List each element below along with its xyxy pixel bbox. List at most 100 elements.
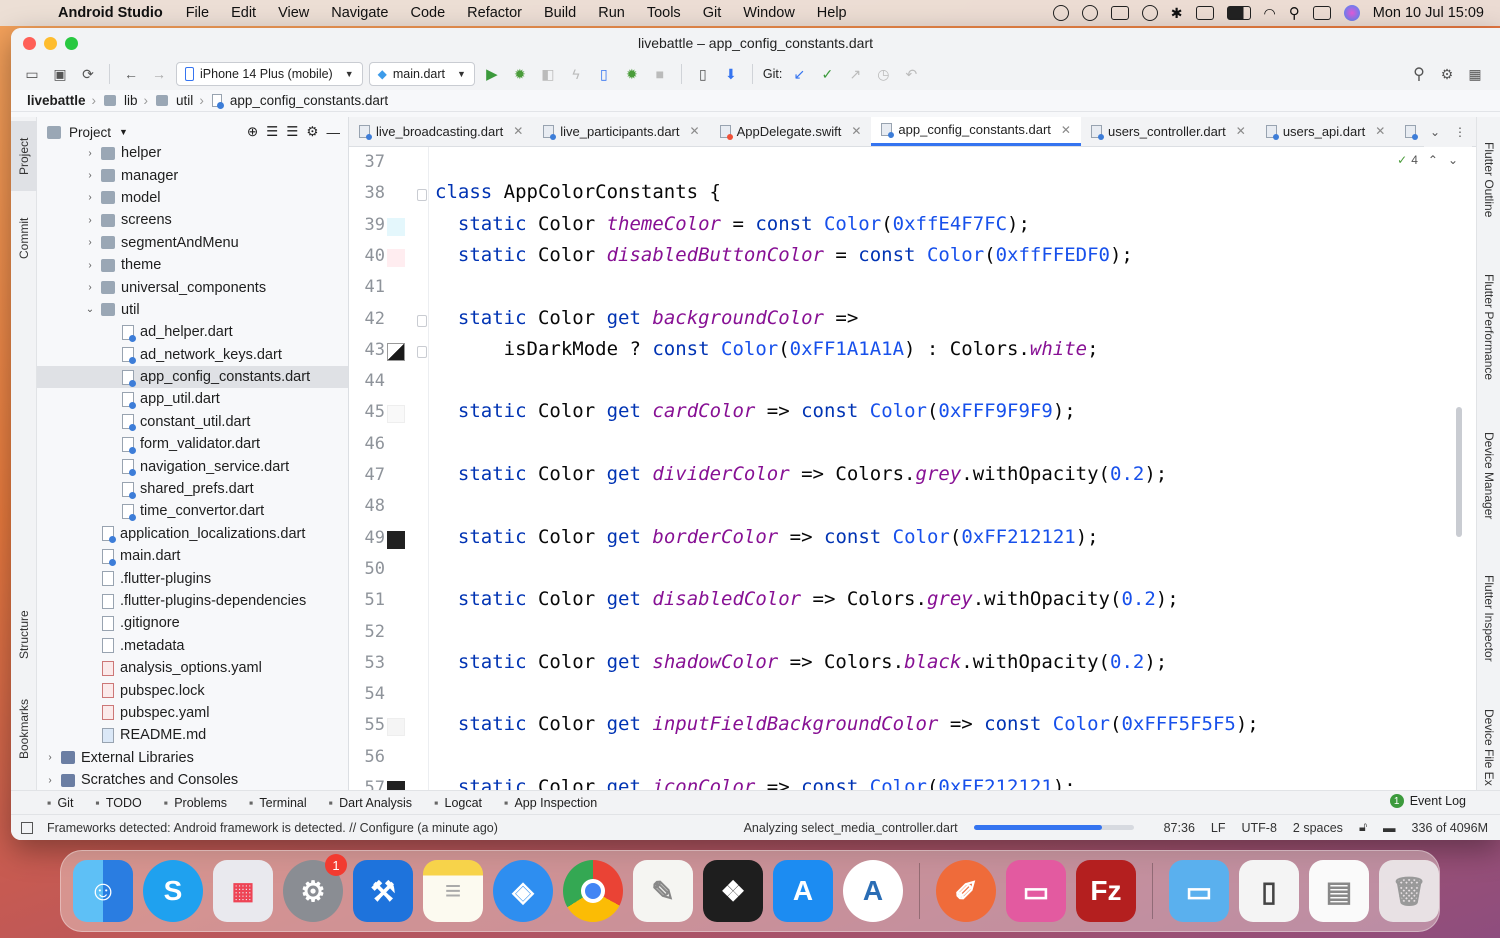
menu-build[interactable]: Build xyxy=(533,5,587,21)
tree-item[interactable]: › manager xyxy=(37,164,348,186)
menu-code[interactable]: Code xyxy=(399,5,456,21)
display-icon[interactable] xyxy=(1081,5,1098,21)
tree-item[interactable]: › theme xyxy=(37,254,348,276)
spotlight-search-icon[interactable]: ⚲ xyxy=(1289,4,1300,22)
fold-marker-icon[interactable] xyxy=(417,314,427,327)
tree-item[interactable]: › segmentAndMenu xyxy=(37,232,348,254)
device-manager-icon[interactable]: ▯ xyxy=(692,63,714,85)
close-tab-icon[interactable]: ✕ xyxy=(1061,123,1071,137)
tree-item[interactable]: pubspec.yaml xyxy=(37,702,348,724)
fold-marker-icon[interactable] xyxy=(417,345,427,358)
app-menu[interactable]: Android Studio xyxy=(46,5,175,21)
chevron-right-icon[interactable]: › xyxy=(83,282,97,293)
tree-item[interactable]: › screens xyxy=(37,209,348,231)
siri-icon[interactable] xyxy=(1343,5,1360,21)
editor-tab[interactable]: live_participants.dart ✕ xyxy=(533,117,709,146)
line-separator[interactable]: LF xyxy=(1211,821,1226,835)
tree-item[interactable]: .flutter-plugins-dependencies xyxy=(37,590,348,612)
tool-window-button[interactable]: ▪ TODO xyxy=(95,796,141,810)
menu-edit[interactable]: Edit xyxy=(220,5,267,21)
vertical-scrollbar[interactable] xyxy=(1456,407,1462,537)
color-swatch[interactable] xyxy=(387,217,405,236)
cleanmymac-icon[interactable]: ▭ xyxy=(1005,860,1066,922)
menu-file[interactable]: File xyxy=(175,5,220,21)
breadcrumb-item[interactable]: util xyxy=(176,93,193,108)
editor-tab[interactable]: app_config_constants.dart ✕ xyxy=(871,117,1081,146)
tree-item[interactable]: ad_network_keys.dart xyxy=(37,344,348,366)
chevron-right-icon[interactable]: › xyxy=(83,260,97,271)
tree-item[interactable]: .metadata xyxy=(37,635,348,657)
tab-overflow-icon[interactable]: ⌄ xyxy=(1430,125,1440,139)
project-view-selector[interactable]: Project xyxy=(69,125,111,140)
git-history-icon[interactable]: ◷ xyxy=(872,63,894,85)
structure-tool-button[interactable]: Structure xyxy=(11,595,37,675)
color-swatch[interactable] xyxy=(387,342,405,361)
background-task-progress[interactable] xyxy=(973,825,1134,830)
app-store-icon[interactable]: A xyxy=(773,860,833,922)
chevron-down-icon[interactable]: ▼ xyxy=(119,127,128,137)
flutter-outline-tool-button[interactable]: Flutter Outline xyxy=(1477,125,1500,235)
menu-help[interactable]: Help xyxy=(806,5,858,21)
search-everywhere-icon[interactable]: ⚲ xyxy=(1408,63,1430,85)
project-tool-button[interactable]: Project xyxy=(11,121,37,191)
safari-icon[interactable]: ◈ xyxy=(493,860,553,922)
creative-cloud-icon[interactable] xyxy=(1052,5,1069,21)
tree-item[interactable]: ad_helper.dart xyxy=(37,321,348,343)
launchpad-icon[interactable]: ▦ xyxy=(213,860,273,922)
save-icon[interactable]: ▣ xyxy=(49,63,71,85)
tool-window-button[interactable]: ▪ App Inspection xyxy=(504,796,597,810)
figma-icon[interactable]: ❖ xyxy=(703,860,763,922)
tree-item[interactable]: time_convertor.dart xyxy=(37,500,348,522)
chevron-right-icon[interactable]: › xyxy=(43,775,57,786)
tree-item[interactable]: .gitignore xyxy=(37,612,348,634)
keyboard-icon[interactable] xyxy=(1195,6,1214,20)
more-options-icon[interactable]: ⋮ xyxy=(1454,125,1466,139)
recent-screenshot-icon[interactable]: ▯ xyxy=(1238,860,1299,922)
chevron-down-icon[interactable]: ⌄ xyxy=(83,304,97,315)
filezilla-icon[interactable]: Fz xyxy=(1075,860,1136,922)
chrome-icon[interactable] xyxy=(563,860,623,922)
android-studio-icon[interactable]: A xyxy=(843,860,903,922)
select-opened-file-icon[interactable]: ⊕ xyxy=(247,124,258,140)
device-file-explorer-tool-button[interactable]: Device File Ex xyxy=(1477,697,1500,797)
lock-icon[interactable]: 🔓︎ xyxy=(1359,820,1367,835)
hide-panel-icon[interactable]: — xyxy=(327,125,341,140)
editor-tab[interactable]: users_controller.dart ✕ xyxy=(1081,117,1256,146)
tool-window-button[interactable]: ▪ Dart Analysis xyxy=(329,796,412,810)
forward-icon[interactable]: → xyxy=(148,63,170,85)
editor-tab[interactable]: users_api.dart ✕ xyxy=(1256,117,1395,146)
commit-tool-button[interactable]: Commit xyxy=(11,203,37,273)
tool-window-button[interactable]: ▪ Git xyxy=(47,796,73,810)
bluetooth-icon[interactable]: ✱ xyxy=(1171,5,1183,22)
tree-item[interactable]: navigation_service.dart xyxy=(37,455,348,477)
back-icon[interactable]: ← xyxy=(120,63,142,85)
menu-window[interactable]: Window xyxy=(732,5,806,21)
run-configuration-selector[interactable]: ◆ main.dart ▼ xyxy=(368,62,475,86)
close-tab-icon[interactable]: ✕ xyxy=(851,124,861,138)
tool-window-button[interactable]: ▪ Logcat xyxy=(434,796,482,810)
color-swatch[interactable] xyxy=(387,248,405,267)
tree-item[interactable]: form_validator.dart xyxy=(37,433,348,455)
editor-tab[interactable]: AppDelegate.swift ✕ xyxy=(710,117,872,146)
tree-item[interactable]: app_util.dart xyxy=(37,388,348,410)
tree-item[interactable]: pubspec.lock xyxy=(37,679,348,701)
tool-window-button[interactable]: ▪ Terminal xyxy=(249,796,307,810)
close-tab-icon[interactable]: ✕ xyxy=(690,124,700,138)
skype-icon[interactable]: S xyxy=(143,860,203,922)
chevron-right-icon[interactable]: › xyxy=(83,237,97,248)
git-commit-icon[interactable]: ✓ xyxy=(816,63,838,85)
tree-item[interactable]: › universal_components xyxy=(37,276,348,298)
debug-icon[interactable]: ✹ xyxy=(509,63,531,85)
breadcrumb-item[interactable]: livebattle xyxy=(27,93,86,108)
play-icon[interactable] xyxy=(1141,5,1158,21)
tree-item[interactable]: shared_prefs.dart xyxy=(37,478,348,500)
xcode-icon[interactable]: ⚒ xyxy=(353,860,413,922)
ide-update-icon[interactable]: ▦ xyxy=(1464,63,1486,85)
status-panel-toggle-icon[interactable] xyxy=(21,821,33,834)
menu-view[interactable]: View xyxy=(267,5,320,21)
sdk-manager-icon[interactable]: ⬇ xyxy=(720,63,742,85)
tree-item[interactable]: app_config_constants.dart xyxy=(37,365,348,389)
menu-run[interactable]: Run xyxy=(587,5,636,21)
fold-marker-icon[interactable] xyxy=(417,189,427,202)
tree-item[interactable]: constant_util.dart xyxy=(37,411,348,433)
